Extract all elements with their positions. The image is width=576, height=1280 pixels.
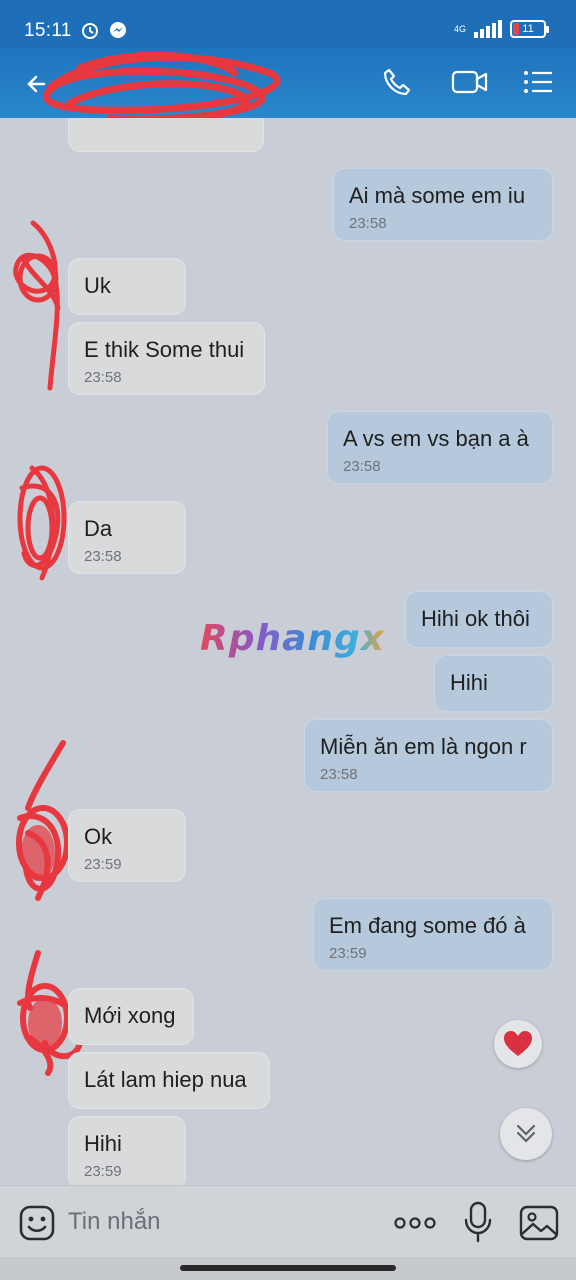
messenger-icon [110,22,126,38]
message-bubble[interactable]: Hihi ok thôi [405,591,553,648]
home-indicator[interactable] [180,1265,396,1271]
message-time: 23:58 [349,215,387,232]
heart-icon [504,1031,532,1056]
voice-message-button[interactable] [460,1200,496,1244]
battery-level: 11 [522,23,534,35]
message-text: Ok [84,824,113,849]
sticker-button[interactable] [18,1204,56,1242]
message-bubble[interactable]: Mới xong [68,988,194,1045]
message-text: Miễn ăn em là ngon r [320,734,527,759]
message-text: Hihi [450,670,488,695]
status-bar: 15:11 4G 11 [0,0,576,48]
message-time: 23:58 [84,369,122,386]
message-text: Mới xong [84,1003,176,1028]
message-bubble[interactable]: Hihi [434,655,553,712]
more-options-button[interactable] [392,1212,438,1234]
message-bubble[interactable]: Em đang some đó à 23:59 [313,898,553,971]
message-list[interactable]: Ai mà some em iu 23:58 Uk E thik Some th… [0,118,576,1185]
system-nav-bar [0,1257,576,1280]
alarm-icon [82,23,98,39]
message-text: Hihi ok thôi [421,606,530,631]
message-time: 23:59 [329,945,367,962]
sticker-icon [19,1205,55,1241]
message-time: 23:59 [84,1163,122,1180]
reaction-button[interactable] [494,1020,542,1068]
signal-icon [474,20,502,38]
menu-button[interactable] [520,65,560,101]
message-text: Hihi [84,1131,122,1156]
chat-header [0,48,576,130]
message-bubble-partial[interactable] [68,118,264,152]
redacted-avatar [17,465,67,581]
message-text: A vs em vs bạn a à [343,426,529,451]
redacted-avatar [13,220,61,391]
microphone-icon [464,1201,492,1243]
message-bubble[interactable]: A vs em vs bạn a à 23:58 [327,411,553,484]
status-time: 15:11 [24,20,72,41]
message-time: 23:58 [320,766,358,783]
message-input[interactable] [68,1204,368,1240]
message-bubble[interactable]: E thik Some thui 23:58 [68,322,265,395]
redacted-avatar [16,740,70,901]
message-time: 23:59 [84,856,122,873]
menu-icon [524,71,552,93]
message-bubble[interactable]: Uk [68,258,186,315]
message-text: Da [84,516,113,541]
phone-icon [383,68,411,96]
image-icon [519,1205,559,1241]
battery-icon: 11 [510,20,549,38]
more-horizontal-icon [394,1217,436,1229]
network-label: 4G [453,23,466,34]
message-text: Uk [84,273,111,298]
message-bubble[interactable]: Miễn ăn em là ngon r 23:58 [304,719,553,792]
message-bubble[interactable]: Da 23:58 [68,501,186,574]
message-text: Ai mà some em iu [349,183,526,208]
message-bubble[interactable]: Ok 23:59 [68,809,186,882]
message-bubble[interactable]: Lát lam hiep nua [68,1052,270,1109]
message-text: Em đang some đó à [329,913,526,938]
chevron-double-down-icon [516,1124,536,1143]
scroll-to-bottom-button[interactable] [500,1108,552,1160]
message-text: E thik Some thui [84,337,245,362]
video-call-button[interactable] [450,65,490,101]
message-text: Lát lam hiep nua [84,1067,247,1092]
message-bubble[interactable]: Ai mà some em iu 23:58 [333,168,553,241]
message-time: 23:58 [343,458,381,475]
message-time: 23:58 [84,548,122,565]
message-bubble[interactable]: Hihi 23:59 [68,1116,186,1185]
message-composer [0,1185,576,1257]
watermark: Rphangx [200,618,386,659]
photo-button[interactable] [518,1204,560,1242]
call-button[interactable] [380,65,420,101]
video-icon [451,70,488,94]
